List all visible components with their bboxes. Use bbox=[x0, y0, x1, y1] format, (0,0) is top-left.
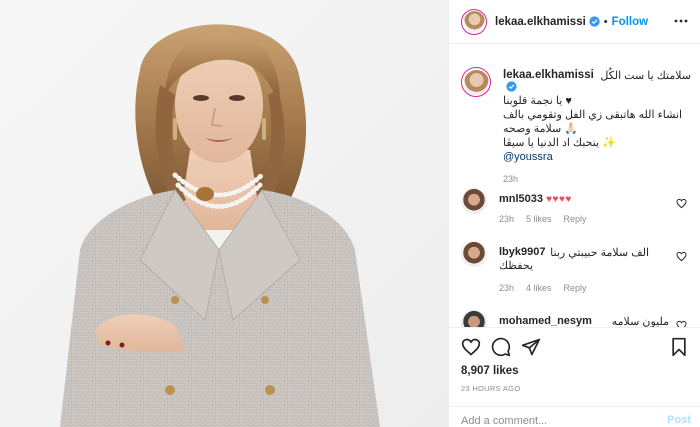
instagram-post: lekaa.elkhamissi • Follow lekaa.elkhamis… bbox=[0, 0, 700, 427]
comment-text-line-2: يحفظك bbox=[499, 260, 534, 272]
comment-likes[interactable]: 4 likes bbox=[526, 283, 552, 293]
follow-button[interactable]: Follow bbox=[612, 16, 648, 28]
verified-badge-icon bbox=[589, 16, 600, 27]
caption-line-1: سلامتك يا ست الكُل bbox=[600, 70, 691, 82]
comments-list[interactable]: lekaa.elkhamissi سلامتك يا ست الكُل ♥ يا… bbox=[449, 45, 700, 327]
caption-line-5: ✨ ينحبك اد الدنيا يا سيڤا bbox=[503, 137, 616, 149]
post-header: lekaa.elkhamissi • Follow bbox=[449, 0, 700, 44]
post-time-ago[interactable]: 23 HOURS AGO bbox=[461, 384, 520, 393]
add-comment-input[interactable] bbox=[461, 414, 651, 427]
comment-like-icon[interactable] bbox=[676, 320, 687, 327]
comment-text: ♥♥♥♥ bbox=[546, 194, 572, 205]
caption-time: 23h bbox=[503, 174, 519, 184]
comment-like-icon[interactable] bbox=[676, 251, 687, 262]
more-options-icon[interactable] bbox=[673, 15, 689, 27]
portrait-image bbox=[0, 0, 448, 427]
bookmark-icon[interactable] bbox=[669, 337, 689, 357]
commenter-avatar[interactable] bbox=[461, 241, 487, 267]
commenter-username[interactable]: mohamed_nesym bbox=[499, 315, 592, 327]
comment-time: 23h bbox=[499, 214, 515, 224]
commenter-username[interactable]: lbyk9907 bbox=[499, 246, 545, 259]
separator-dot: • bbox=[603, 15, 608, 28]
caption-mention-link[interactable]: @youssra bbox=[503, 150, 691, 164]
action-icons bbox=[461, 337, 689, 359]
reply-button[interactable]: Reply bbox=[564, 283, 587, 293]
caption-username[interactable]: lekaa.elkhamissi bbox=[503, 69, 594, 81]
heart-icon[interactable] bbox=[461, 337, 481, 357]
comment-time: 23h bbox=[499, 283, 515, 293]
author-username[interactable]: lekaa.elkhamissi bbox=[495, 16, 586, 28]
add-comment-bar: Post bbox=[449, 406, 700, 427]
caption-line-2: ♥ يا نجمة قلوبنا bbox=[503, 95, 572, 107]
comment-bubble-icon[interactable] bbox=[491, 337, 511, 357]
caption-line-3: انشاء الله هاتبقى زي الفل وتقومي بالف bbox=[503, 109, 683, 121]
likes-count[interactable]: 8,907 likes bbox=[461, 365, 519, 377]
reply-button[interactable]: Reply bbox=[564, 214, 587, 224]
comment-like-icon[interactable] bbox=[676, 198, 687, 209]
commenter-avatar[interactable] bbox=[461, 188, 487, 214]
commenter-username[interactable]: mnl5033 bbox=[499, 193, 543, 205]
commenter-avatar[interactable] bbox=[461, 310, 487, 327]
comment-likes[interactable]: 5 likes bbox=[526, 214, 552, 224]
caption-line-4: 🙏🏻 سلامة وصحه bbox=[503, 123, 579, 135]
verified-badge-icon bbox=[506, 81, 517, 92]
caption-avatar[interactable] bbox=[461, 67, 491, 97]
post-photo[interactable] bbox=[0, 0, 448, 427]
author-avatar[interactable] bbox=[461, 8, 487, 35]
post-actions: 8,907 likes 23 HOURS AGO Post bbox=[449, 327, 700, 427]
comment-text: مليون سلامه bbox=[611, 316, 669, 327]
comment-text-line-1: الف سلامة حبيبتي ربنا bbox=[550, 247, 649, 259]
post-sidebar: lekaa.elkhamissi • Follow lekaa.elkhamis… bbox=[448, 0, 700, 427]
post-comment-button[interactable]: Post bbox=[667, 414, 691, 426]
paper-plane-icon[interactable] bbox=[521, 337, 541, 357]
